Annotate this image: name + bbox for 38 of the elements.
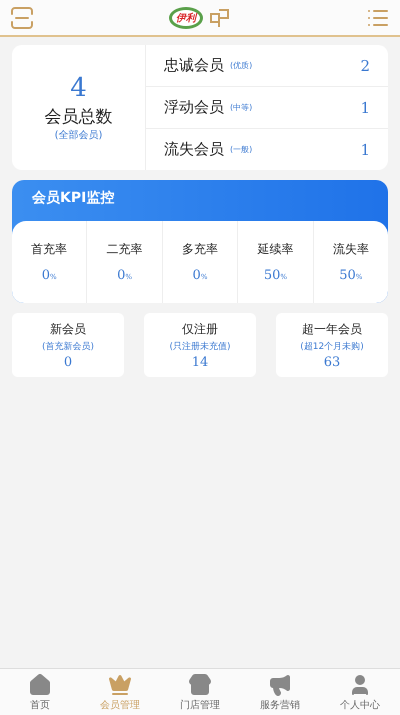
metric-label: 多充率: [182, 241, 218, 258]
group-count: 14: [192, 354, 208, 370]
tab[interactable]: 首页: [0, 669, 80, 715]
megaphone-icon: [268, 673, 292, 697]
tab[interactable]: 门店管理: [160, 669, 240, 715]
tier-note: (中等): [230, 102, 254, 113]
group-note: (超12个月未购): [300, 340, 364, 352]
kpi-title: 会员KPI监控: [31, 189, 116, 208]
group-title: 新会员: [50, 320, 86, 338]
tier-count: 1: [360, 98, 370, 116]
scan-icon[interactable]: [10, 6, 34, 28]
tier-count: 2: [360, 56, 370, 74]
tier-name: 忠诚会员: [164, 56, 224, 75]
tier-note: (优质): [230, 60, 254, 71]
group-note: (首充新会员): [42, 340, 94, 352]
total-note: (全部会员): [54, 128, 102, 142]
group-count: 0: [64, 354, 72, 370]
group-title: 仅注册: [182, 320, 218, 338]
group-note: (只注册未充值): [169, 340, 231, 352]
tier-note: (一般): [230, 144, 254, 155]
total-count: 4: [70, 73, 87, 103]
logo-mark-icon: [209, 8, 231, 28]
tab[interactable]: 个人中心: [320, 669, 400, 715]
metric-label: 首充率: [31, 241, 68, 258]
group-title: 超一年会员: [302, 320, 362, 338]
crown-icon: [108, 673, 132, 697]
tier-name: 浮动会员: [164, 98, 224, 117]
tier-name: 流失会员: [164, 140, 224, 159]
total-label: 会员总数: [44, 106, 112, 128]
store-icon: [188, 673, 212, 697]
metric-label: 延续率: [257, 241, 294, 258]
tab[interactable]: 服务营销: [240, 669, 320, 715]
house-icon: [28, 673, 52, 697]
tier-count: 1: [360, 140, 370, 158]
metric-label: 流失率: [332, 241, 369, 258]
group-count: 63: [324, 354, 340, 370]
brand-logo: 伊利: [169, 6, 203, 28]
metric-label: 二充率: [106, 241, 143, 258]
